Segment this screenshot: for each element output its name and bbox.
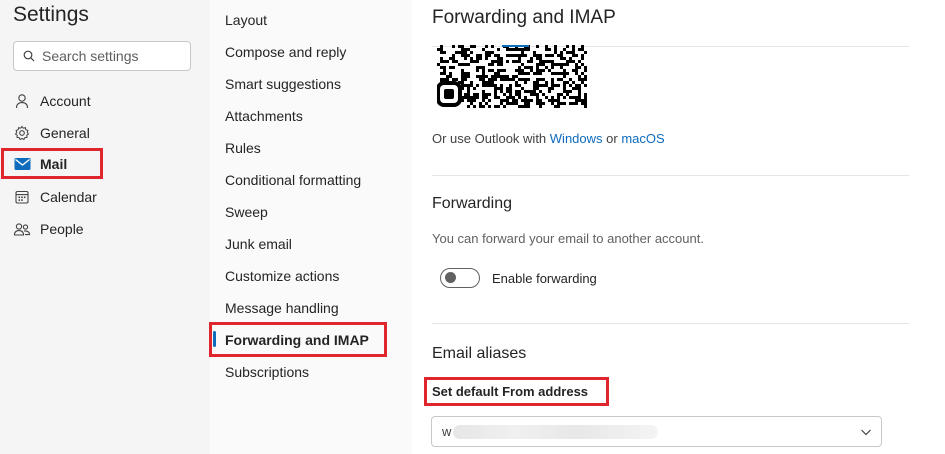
nav-item-label: Calendar [40, 189, 97, 205]
people-icon [13, 220, 31, 238]
outlook-apps-line: Or use Outlook with Windows or macOS [432, 131, 665, 146]
mail-highlight-box [1, 148, 103, 179]
nav-item-general[interactable]: General [13, 121, 90, 145]
divider [432, 175, 909, 176]
menu-item-compose-and-reply[interactable]: Compose and reply [225, 44, 346, 60]
toggle-knob [445, 272, 456, 283]
page-title: Forwarding and IMAP [432, 7, 616, 28]
menu-item-smart-suggestions[interactable]: Smart suggestions [225, 76, 341, 92]
nav-item-calendar[interactable]: Calendar [13, 185, 97, 209]
menu-item-sweep[interactable]: Sweep [225, 204, 268, 220]
settings-title: Settings [13, 3, 89, 26]
mail-settings-menu: Layout Compose and reply Smart suggestio… [210, 0, 412, 454]
email-aliases-heading: Email aliases [432, 345, 527, 362]
gear-icon [13, 124, 31, 142]
windows-link[interactable]: Windows [550, 131, 603, 146]
forwarding-toggle-row: Enable forwarding [440, 268, 597, 288]
settings-nav-pane: Settings Account General Mail Calendar [0, 0, 210, 454]
default-from-dropdown[interactable]: w [431, 416, 882, 447]
menu-item-junk-email[interactable]: Junk email [225, 236, 292, 252]
enable-forwarding-toggle[interactable] [440, 268, 480, 288]
nav-item-account[interactable]: Account [13, 89, 91, 113]
outlook-prefix-text: Or use Outlook with [432, 131, 547, 146]
nav-item-label: People [40, 221, 84, 237]
default-from-highlight-box [424, 377, 609, 406]
or-text: or [606, 131, 618, 146]
forwarding-highlight-box [209, 322, 387, 357]
search-icon [23, 50, 35, 62]
nav-item-label: General [40, 125, 90, 141]
selected-address-prefix: w [442, 423, 452, 439]
menu-item-message-handling[interactable]: Message handling [225, 300, 339, 316]
nav-item-people[interactable]: People [13, 217, 84, 241]
calendar-icon [13, 188, 31, 206]
divider [432, 323, 909, 324]
redacted-address [453, 425, 659, 440]
dropdown-value: w [442, 423, 659, 440]
forwarding-heading: Forwarding [432, 195, 513, 212]
nav-item-label: Account [40, 93, 91, 109]
qr-code [437, 45, 587, 108]
qr-tab-indicator [502, 45, 529, 47]
menu-item-layout[interactable]: Layout [225, 12, 267, 28]
menu-item-attachments[interactable]: Attachments [225, 108, 303, 124]
forwarding-description: You can forward your email to another ac… [432, 231, 704, 246]
enable-forwarding-label: Enable forwarding [492, 270, 597, 286]
search-box[interactable] [13, 41, 191, 71]
search-input[interactable] [42, 48, 182, 64]
person-icon [13, 92, 31, 110]
menu-item-conditional-formatting[interactable]: Conditional formatting [225, 172, 361, 188]
chevron-down-icon [861, 429, 871, 436]
macos-link[interactable]: macOS [621, 131, 664, 146]
menu-item-subscriptions[interactable]: Subscriptions [225, 364, 309, 380]
menu-item-rules[interactable]: Rules [225, 140, 261, 156]
menu-item-customize-actions[interactable]: Customize actions [225, 268, 339, 284]
